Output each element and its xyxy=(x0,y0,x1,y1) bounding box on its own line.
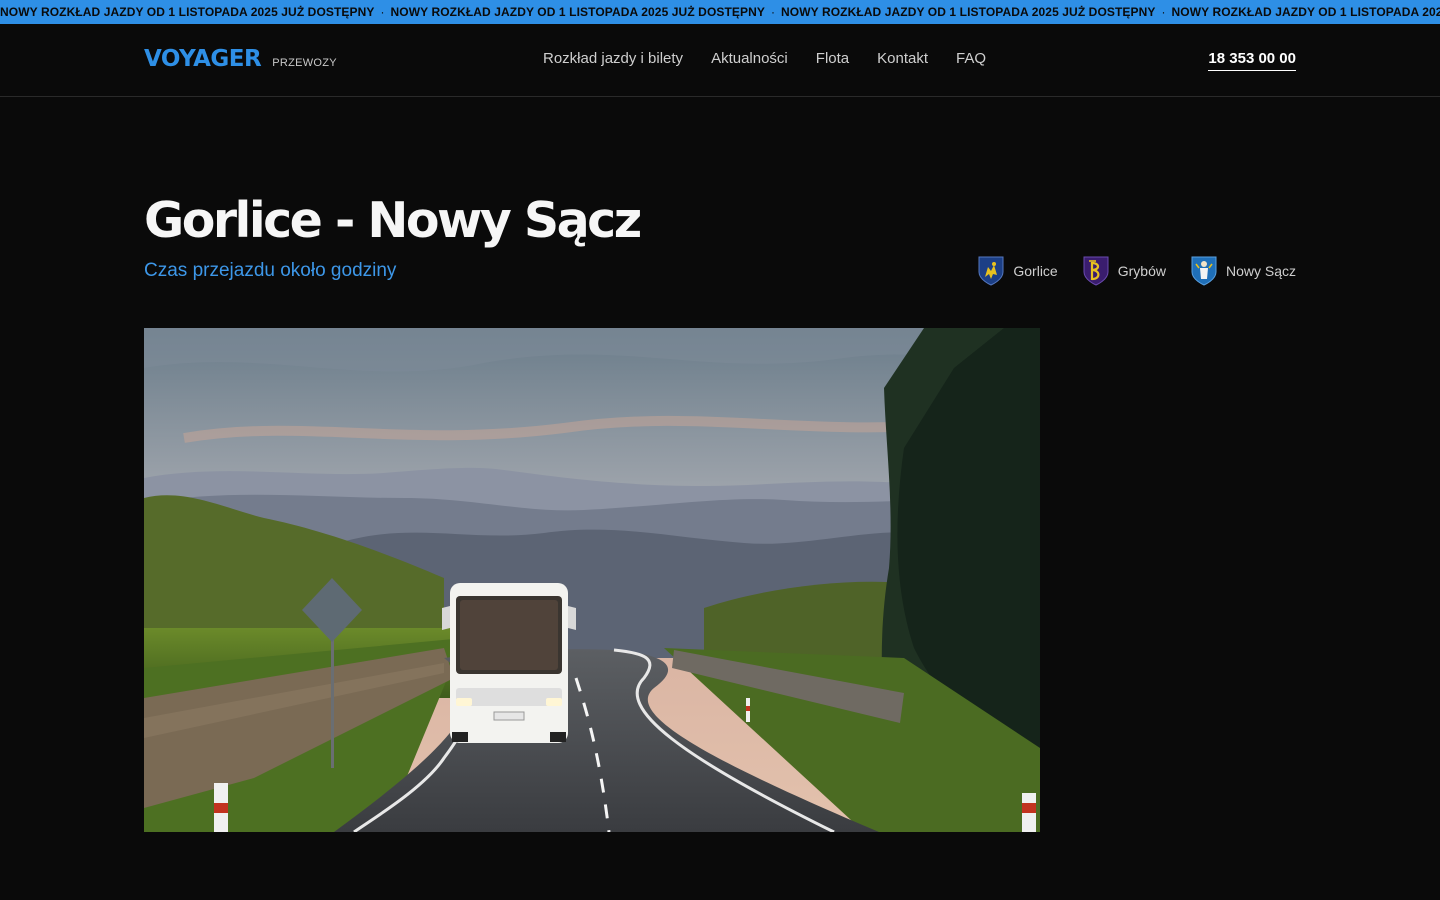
town-nowy-sacz[interactable]: Nowy Sącz xyxy=(1190,255,1296,287)
travel-time-subtitle: Czas przejazdu około godziny xyxy=(144,260,397,281)
main-nav: Rozkład jazdy i bilety Aktualności Flota… xyxy=(543,50,986,67)
nowy-sacz-crest-icon xyxy=(1191,256,1217,286)
route-photo xyxy=(144,328,1040,832)
page-title: Gorlice - Nowy Sącz xyxy=(144,192,642,249)
logo-tagline: PRZEWOZY xyxy=(272,57,337,69)
ticker-separator: · xyxy=(380,5,385,19)
town-gorlice[interactable]: Gorlice xyxy=(977,255,1058,287)
ticker-message: NOWY ROZKŁAD JAZDY OD 1 LISTOPADA 2025 J… xyxy=(781,5,1156,19)
logo-wordmark: VOYAGER xyxy=(144,46,262,72)
nav-link-faq[interactable]: FAQ xyxy=(956,50,986,67)
ticker-track: NOWY ROZKŁAD JAZDY OD 1 LISTOPADA 2025 J… xyxy=(0,0,1440,24)
gorlice-crest-icon xyxy=(978,256,1004,286)
nav-link-contact[interactable]: Kontakt xyxy=(877,50,928,67)
ticker-message: NOWY ROZKŁAD JAZDY OD 1 LISTOPADA 2025 J… xyxy=(0,5,375,19)
ticker-message: NOWY ROZKŁAD JAZDY OD 1 LISTOPADA 2025 J… xyxy=(390,5,765,19)
ticker-separator: · xyxy=(771,5,775,19)
site-logo[interactable]: VOYAGER PRZEWOZY xyxy=(144,46,337,72)
announcement-ticker: NOWY ROZKŁAD JAZDY OD 1 LISTOPADA 2025 J… xyxy=(0,0,1440,24)
town-label: Nowy Sącz xyxy=(1225,263,1296,279)
nav-link-news[interactable]: Aktualności xyxy=(711,50,788,67)
nav-link-fleet[interactable]: Flota xyxy=(816,50,849,67)
ticker-separator: · xyxy=(1161,5,1166,19)
ticker-message: NOWY ROZKŁAD JAZDY OD 1 LISTOPADA 2025 J… xyxy=(1171,5,1440,19)
nav-link-timetable[interactable]: Rozkład jazdy i bilety xyxy=(543,50,683,67)
site-header: VOYAGER PRZEWOZY Rozkład jazdy i bilety … xyxy=(0,24,1440,97)
town-label: Grybów xyxy=(1117,263,1166,279)
town-label: Gorlice xyxy=(1013,263,1058,279)
bus-on-mountain-road-image xyxy=(144,328,1040,832)
town-grybow[interactable]: Grybów xyxy=(1082,255,1166,287)
route-towns: Gorlice Grybów Nowy Sącz xyxy=(977,255,1296,287)
phone-link[interactable]: 18 353 00 00 xyxy=(1208,50,1296,71)
grybow-crest-icon xyxy=(1083,256,1109,286)
